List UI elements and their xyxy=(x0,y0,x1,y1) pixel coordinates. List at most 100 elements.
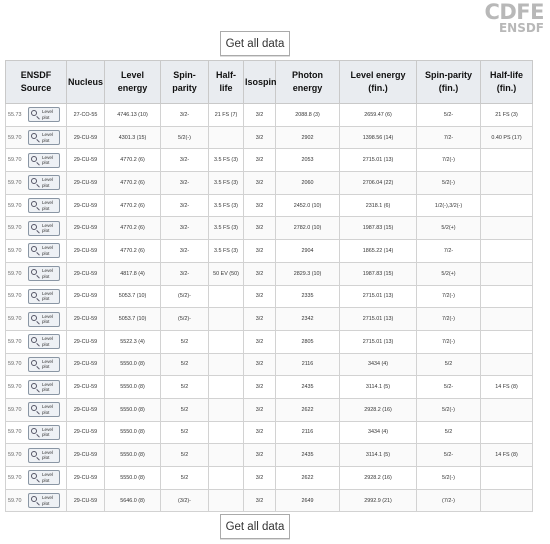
level-plot-button[interactable]: Level plot xyxy=(28,493,60,509)
cell-level-energy-fin: 3114.1 (5) xyxy=(339,375,417,399)
cell-level-energy-fin: 1865.22 (14) xyxy=(339,239,417,263)
cell-ensdf-source: 59.70 Level plot xyxy=(5,443,67,467)
ensdf-source-value[interactable]: 59.70 xyxy=(8,157,28,163)
level-plot-button[interactable]: Level plot xyxy=(28,288,60,304)
table-row: 59.70 Level plot 29-CU-59 5550.0 (8) 5/2 3/2 21… xyxy=(5,420,533,445)
cell-level-energy-fin: 2715.01 (13) xyxy=(339,284,417,309)
level-plot-button[interactable]: Level plot xyxy=(28,424,60,440)
level-plot-button[interactable]: Level plot xyxy=(28,130,60,146)
level-plot-button[interactable]: Level plot xyxy=(28,470,60,486)
cell-half-life: 3.5 FS (3) xyxy=(208,239,244,263)
col-header-half-life[interactable]: Half-life xyxy=(208,60,244,104)
cell-spin-parity-fin: 5/2(+) xyxy=(416,261,481,286)
level-plot-button[interactable]: Level plot xyxy=(28,152,60,168)
col-header-level-energy-fin[interactable]: Level energy (fin.) xyxy=(339,60,417,104)
level-plot-label: Level plot xyxy=(42,268,53,279)
ensdf-source-value[interactable]: 59.70 xyxy=(8,203,28,209)
ensdf-source-value[interactable]: 59.70 xyxy=(8,475,28,481)
table-row: 59.70 Level plot 29-CU-59 4770.2 (6) 3/2- 3.5 … xyxy=(5,171,533,195)
col-header-photon-energy[interactable]: Photon energy xyxy=(275,60,340,104)
col-header-spin-parity[interactable]: Spin-parity xyxy=(160,60,209,104)
ensdf-source-value[interactable]: 59.70 xyxy=(8,452,28,458)
cell-level-energy: 5053.7 (10) xyxy=(104,307,161,331)
cell-spin-parity-fin: (7/2-) xyxy=(416,488,481,513)
col-header-level-energy[interactable]: Level energy xyxy=(104,60,161,104)
ensdf-source-value[interactable]: 59.70 xyxy=(8,135,28,141)
level-plot-button[interactable]: Level plot xyxy=(28,311,60,327)
ensdf-source-value[interactable]: 59.70 xyxy=(8,384,28,390)
cell-photon-energy: 2622 xyxy=(275,466,340,490)
cell-isospin: 3/2 xyxy=(243,352,276,377)
cell-ensdf-source: 59.70 Level plot xyxy=(5,329,67,354)
level-plot-button[interactable]: Level plot xyxy=(28,379,60,395)
logo-line-1: CDFE xyxy=(484,0,544,24)
ensdf-source-value[interactable]: 59.70 xyxy=(8,225,28,231)
col-header-isospin[interactable]: Isospin xyxy=(243,60,277,104)
level-plot-label: Level plot xyxy=(42,358,53,370)
cell-spin-parity-fin: 5/2- xyxy=(416,103,481,127)
level-plot-button[interactable]: Level plot xyxy=(28,198,60,214)
level-plot-button[interactable]: Level plot xyxy=(28,243,60,259)
cell-spin-parity: 5/2 xyxy=(160,375,209,399)
cell-isospin: 3/2 xyxy=(243,307,276,331)
cell-level-energy-fin: 2715.01 (13) xyxy=(339,329,417,354)
level-plot-label: Level plot xyxy=(42,404,53,415)
cell-photon-energy: 2649 xyxy=(275,488,340,513)
level-plot-button[interactable]: Level plot xyxy=(28,107,60,123)
level-plot-label: Level plot xyxy=(42,222,53,234)
ensdf-source-value[interactable]: 59.70 xyxy=(8,339,28,345)
cell-nucleus: 29-CU-59 xyxy=(66,420,105,445)
cell-level-energy: 5550.0 (8) xyxy=(104,375,161,399)
ensdf-source-value[interactable]: 59.70 xyxy=(8,498,28,504)
level-plot-button[interactable]: Level plot xyxy=(28,220,60,236)
cell-spin-parity: 3/2- xyxy=(160,239,209,263)
cell-spin-parity-fin: 5/2(-) xyxy=(416,171,481,195)
cell-nucleus: 29-CU-59 xyxy=(66,148,105,173)
cell-half-life xyxy=(208,284,244,309)
ensdf-source-value[interactable]: 59.70 xyxy=(8,316,28,322)
level-plot-label: Level plot xyxy=(42,449,53,461)
cell-level-energy: 5522.3 (4) xyxy=(104,329,161,354)
table-row: 59.70 Level plot 29-CU-59 4817.8 (4) 3/2- 50 E… xyxy=(5,261,533,286)
cell-half-life: 50 EV (50) xyxy=(208,261,244,286)
level-plot-label: Level plot xyxy=(42,290,53,302)
magnifier-icon xyxy=(31,496,37,503)
ensdf-source-value[interactable]: 55.73 xyxy=(8,112,28,118)
get-all-data-button-bottom[interactable]: Get all data xyxy=(220,514,290,539)
cell-spin-parity: 3/2- xyxy=(160,103,209,127)
ensdf-source-value[interactable]: 59.70 xyxy=(8,361,28,367)
cell-level-energy-fin: 1398.56 (14) xyxy=(339,125,417,150)
col-header-ensdf-source[interactable]: ENSDF Source xyxy=(5,60,67,104)
level-plot-button[interactable]: Level plot xyxy=(28,175,60,191)
cell-half-life xyxy=(208,488,244,513)
cell-ensdf-source: 59.70 Level plot xyxy=(5,307,67,331)
ensdf-source-value[interactable]: 59.70 xyxy=(8,293,28,299)
col-header-half-life-fin[interactable]: Half-life (fin.) xyxy=(480,60,533,104)
cell-nucleus: 29-CU-59 xyxy=(66,216,105,241)
ensdf-source-value[interactable]: 59.70 xyxy=(8,271,28,277)
cell-half-life xyxy=(208,329,244,354)
get-all-data-button-top[interactable]: Get all data xyxy=(220,31,290,56)
level-plot-button[interactable]: Level plot xyxy=(28,334,60,350)
cell-photon-energy: 2335 xyxy=(275,284,340,309)
magnifier-icon xyxy=(31,133,37,140)
ensdf-source-value[interactable]: 59.70 xyxy=(8,248,28,254)
level-plot-label: Level plot xyxy=(42,472,53,483)
cell-half-life-fin xyxy=(480,329,533,354)
cell-ensdf-source: 59.70 Level plot xyxy=(5,375,67,399)
cell-spin-parity-fin: 7/2- xyxy=(416,125,481,150)
ensdf-source-value[interactable]: 59.70 xyxy=(8,180,28,186)
cell-level-energy: 4770.2 (6) xyxy=(104,171,161,195)
level-plot-button[interactable]: Level plot xyxy=(28,447,60,463)
cell-ensdf-source: 59.70 Level plot xyxy=(5,466,67,490)
cell-spin-parity-fin: 5/2(-) xyxy=(416,397,481,422)
col-header-nucleus[interactable]: Nucleus xyxy=(66,60,105,104)
col-header-spin-parity-fin[interactable]: Spin-parity (fin.) xyxy=(416,60,481,104)
ensdf-source-value[interactable]: 59.70 xyxy=(8,429,28,435)
level-plot-button[interactable]: Level plot xyxy=(28,356,60,372)
cell-spin-parity: (5/2)- xyxy=(160,307,209,331)
cell-photon-energy: 2805 xyxy=(275,329,340,354)
level-plot-button[interactable]: Level plot xyxy=(28,266,60,282)
level-plot-button[interactable]: Level plot xyxy=(28,402,60,418)
ensdf-source-value[interactable]: 59.70 xyxy=(8,407,28,413)
